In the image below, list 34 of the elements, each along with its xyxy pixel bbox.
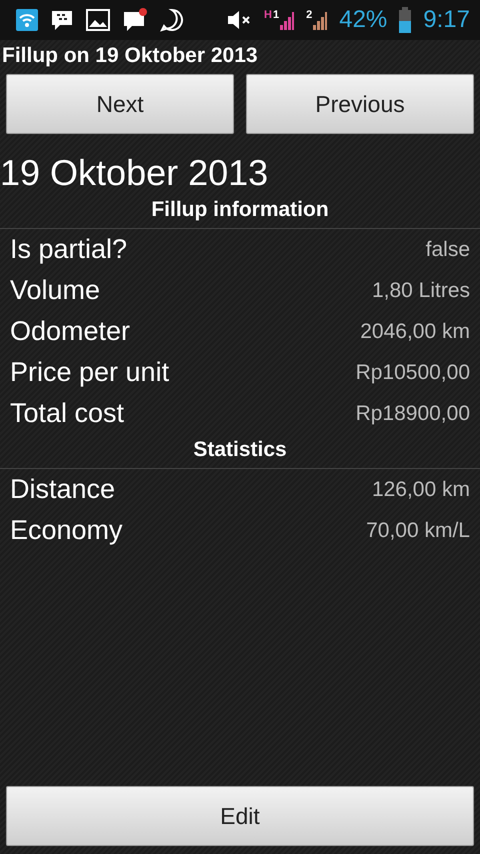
wifi-icon: [16, 9, 38, 31]
battery-percent: 42%: [339, 6, 388, 34]
chat-icon: [122, 7, 148, 33]
field-value: Rp10500,00: [356, 360, 470, 384]
previous-button[interactable]: Previous: [246, 74, 474, 134]
date-heading: 19 Oktober 2013: [0, 151, 270, 194]
section-header: Fillup information: [0, 194, 480, 229]
clock: 9:17: [423, 6, 470, 34]
sim-label: 2: [306, 10, 312, 21]
section-header: Statistics: [0, 434, 480, 469]
field-value: false: [426, 238, 470, 262]
field-value: 1,80 Litres: [372, 278, 470, 302]
field-label: Price per unit: [10, 357, 170, 388]
field-value: Rp18900,00: [356, 402, 470, 426]
field-label: Distance: [10, 474, 116, 505]
field-value: 2046,00 km: [360, 320, 470, 344]
battery-icon: [399, 7, 412, 33]
field-label: Odometer: [10, 316, 130, 347]
next-button[interactable]: Next: [6, 74, 234, 134]
field-value: 126,00 km: [372, 478, 470, 502]
signal-icon: [280, 10, 294, 30]
signal-icon: [313, 10, 328, 30]
mute-icon: [226, 9, 252, 31]
screen-title: Fillup on 19 Oktober 2013: [1, 43, 259, 69]
network-label: H: [264, 10, 272, 21]
image-icon: [86, 9, 110, 31]
field-label: Economy: [10, 515, 123, 546]
chat-icon: [50, 8, 74, 32]
field-label: Volume: [10, 275, 100, 306]
field-value: 70,00 km/L: [366, 518, 470, 542]
edit-button[interactable]: Edit: [6, 786, 474, 846]
sim-label: 1: [272, 10, 280, 21]
field-label: Is partial?: [10, 234, 128, 265]
field-label: Total cost: [10, 398, 124, 429]
